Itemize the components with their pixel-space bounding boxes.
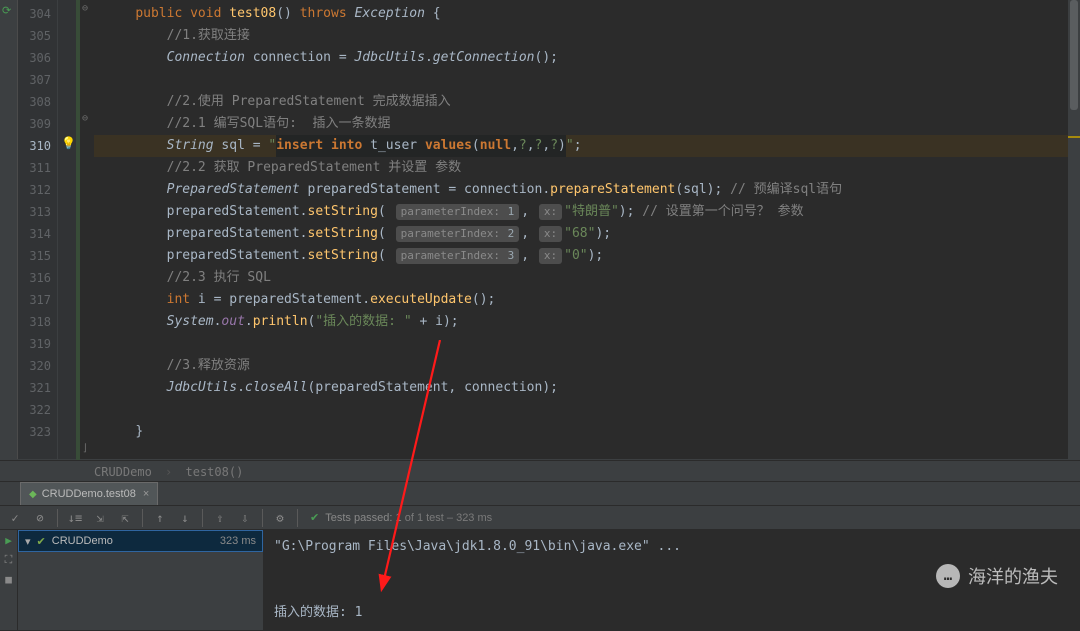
- show-passed-icon[interactable]: ✓: [4, 507, 26, 529]
- export-icon[interactable]: ⇪: [209, 507, 231, 529]
- code-line[interactable]: [94, 333, 1080, 355]
- toolbar-separator: [202, 509, 203, 527]
- tree-root-label: CRUDDemo: [52, 535, 113, 547]
- test-tree[interactable]: ▾ ✔ CRUDDemo 323 ms: [18, 530, 264, 630]
- fold-end-icon[interactable]: ⌋: [82, 443, 88, 454]
- fold-gutter[interactable]: ⊖ ⊖ ⌋: [80, 0, 94, 459]
- expand-all-icon[interactable]: ⇲: [89, 507, 111, 529]
- toolbar-separator: [57, 509, 58, 527]
- run-tab[interactable]: ◆ CRUDDemo.test08 ×: [20, 482, 158, 505]
- code-line[interactable]: [94, 399, 1080, 421]
- code-line[interactable]: //2.使用 PreparedStatement 完成数据插入: [94, 91, 1080, 113]
- console-cmd-line: "G:\Program Files\Java\jdk1.8.0_91\bin\j…: [274, 539, 681, 554]
- breadcrumb-separator: ›: [165, 465, 172, 479]
- tests-passed-suffix: of 1 test – 323 ms: [402, 512, 493, 524]
- run-gutter-icon[interactable]: ⟳: [2, 4, 11, 17]
- code-line[interactable]: }: [94, 421, 1080, 443]
- toolbar-separator: [142, 509, 143, 527]
- tree-expand-icon[interactable]: ▾: [25, 535, 31, 548]
- next-icon[interactable]: ↓: [174, 507, 196, 529]
- code-editor[interactable]: public void test08() throws Exception { …: [94, 0, 1080, 459]
- scrollbar-thumb[interactable]: [1070, 0, 1078, 110]
- param-hint: parameterIndex: 1: [396, 204, 520, 220]
- close-tab-icon[interactable]: ×: [143, 488, 149, 500]
- scrollbar-warning-mark[interactable]: [1068, 136, 1080, 138]
- check-icon: ✔: [310, 511, 319, 524]
- code-line[interactable]: [94, 69, 1080, 91]
- param-hint: x:: [539, 226, 562, 242]
- tool-window-tabs: ◆ CRUDDemo.test08 ×: [0, 482, 1080, 506]
- code-line[interactable]: String sql = "insert into t_user values(…: [94, 135, 1080, 157]
- tree-root-time: 323 ms: [220, 535, 256, 547]
- breadcrumb-method[interactable]: test08(): [186, 465, 244, 479]
- code-line[interactable]: int i = preparedStatement.executeUpdate(…: [94, 289, 1080, 311]
- code-line[interactable]: Connection connection = JdbcUtils.getCon…: [94, 47, 1080, 69]
- wechat-icon: …: [936, 564, 960, 588]
- fold-marker-icon[interactable]: ⊖: [82, 113, 88, 124]
- prev-icon[interactable]: ↑: [149, 507, 171, 529]
- console-stdout-line: 插入的数据: 1: [274, 605, 362, 620]
- sort-icon[interactable]: ↓≡: [64, 507, 86, 529]
- breadcrumb-bar[interactable]: CRUDDemo › test08(): [0, 460, 1080, 482]
- watermark-text: 海洋的渔夫: [968, 563, 1058, 589]
- editor-scrollbar[interactable]: [1068, 0, 1080, 460]
- test-toolbar: ✓ ⊘ ↓≡ ⇲ ⇱ ↑ ↓ ⇪ ⇩ ⚙ ✔ Tests passed: 1 o…: [0, 506, 1080, 530]
- watermark: … 海洋的渔夫: [936, 563, 1058, 589]
- show-ignored-icon[interactable]: ⊘: [29, 507, 51, 529]
- run-tab-label: CRUDDemo.test08: [42, 488, 136, 500]
- line-number-gutter[interactable]: 3043053063073083093103113123133143153163…: [18, 0, 58, 459]
- param-hint: x:: [539, 248, 562, 264]
- code-line[interactable]: //1.获取连接: [94, 25, 1080, 47]
- collapse-all-icon[interactable]: ⇱: [114, 507, 136, 529]
- code-line[interactable]: preparedStatement.setString( parameterIn…: [94, 245, 1080, 267]
- tool-window-side-toolbar: ▶ ⛶ ■: [0, 530, 18, 630]
- rerun-icon[interactable]: ▶: [5, 534, 12, 547]
- code-line[interactable]: //2.3 执行 SQL: [94, 267, 1080, 289]
- import-icon[interactable]: ⇩: [234, 507, 256, 529]
- code-line[interactable]: preparedStatement.setString( parameterIn…: [94, 223, 1080, 245]
- editor-area: ⟳ 30430530630730830931031131231331431531…: [0, 0, 1080, 460]
- test-green-icon: ◆: [29, 489, 37, 500]
- test-passed-icon: ✔: [37, 535, 46, 548]
- breadcrumb-class[interactable]: CRUDDemo: [94, 465, 152, 479]
- gear-icon[interactable]: ⚙: [269, 507, 291, 529]
- tests-passed-label: Tests passed: 1: [325, 512, 401, 524]
- code-line[interactable]: preparedStatement.setString( parameterIn…: [94, 201, 1080, 223]
- stop-icon[interactable]: ■: [5, 573, 12, 586]
- param-hint: x:: [539, 204, 562, 220]
- test-status: ✔ Tests passed: 1 of 1 test – 323 ms: [310, 511, 492, 524]
- code-line[interactable]: System.out.println("插入的数据: " + i);: [94, 311, 1080, 333]
- toolbar-separator: [297, 509, 298, 527]
- toolbar-separator: [262, 509, 263, 527]
- fold-marker-icon[interactable]: ⊖: [82, 3, 88, 14]
- code-line[interactable]: PreparedStatement preparedStatement = co…: [94, 179, 1080, 201]
- code-line[interactable]: public void test08() throws Exception {: [94, 3, 1080, 25]
- param-hint: parameterIndex: 3: [396, 248, 520, 264]
- tool-window-body: ▶ ⛶ ■ ▾ ✔ CRUDDemo 323 ms "G:\Program Fi…: [0, 530, 1080, 630]
- toggle-icon[interactable]: ⛶: [5, 553, 13, 567]
- code-line[interactable]: //2.1 编写SQL语句: 插入一条数据: [94, 113, 1080, 135]
- test-tree-root[interactable]: ▾ ✔ CRUDDemo 323 ms: [18, 530, 263, 552]
- run-tool-window: ◆ CRUDDemo.test08 × ✓ ⊘ ↓≡ ⇲ ⇱ ↑ ↓ ⇪ ⇩ ⚙…: [0, 482, 1080, 630]
- param-hint: parameterIndex: 2: [396, 226, 520, 242]
- code-line[interactable]: JdbcUtils.closeAll(preparedStatement, co…: [94, 377, 1080, 399]
- intention-bulb-icon[interactable]: 💡: [61, 136, 76, 150]
- code-line[interactable]: //2.2 获取 PreparedStatement 并设置 参数: [94, 157, 1080, 179]
- left-icon-gutter: ⟳: [0, 0, 18, 459]
- code-line[interactable]: //3.释放资源: [94, 355, 1080, 377]
